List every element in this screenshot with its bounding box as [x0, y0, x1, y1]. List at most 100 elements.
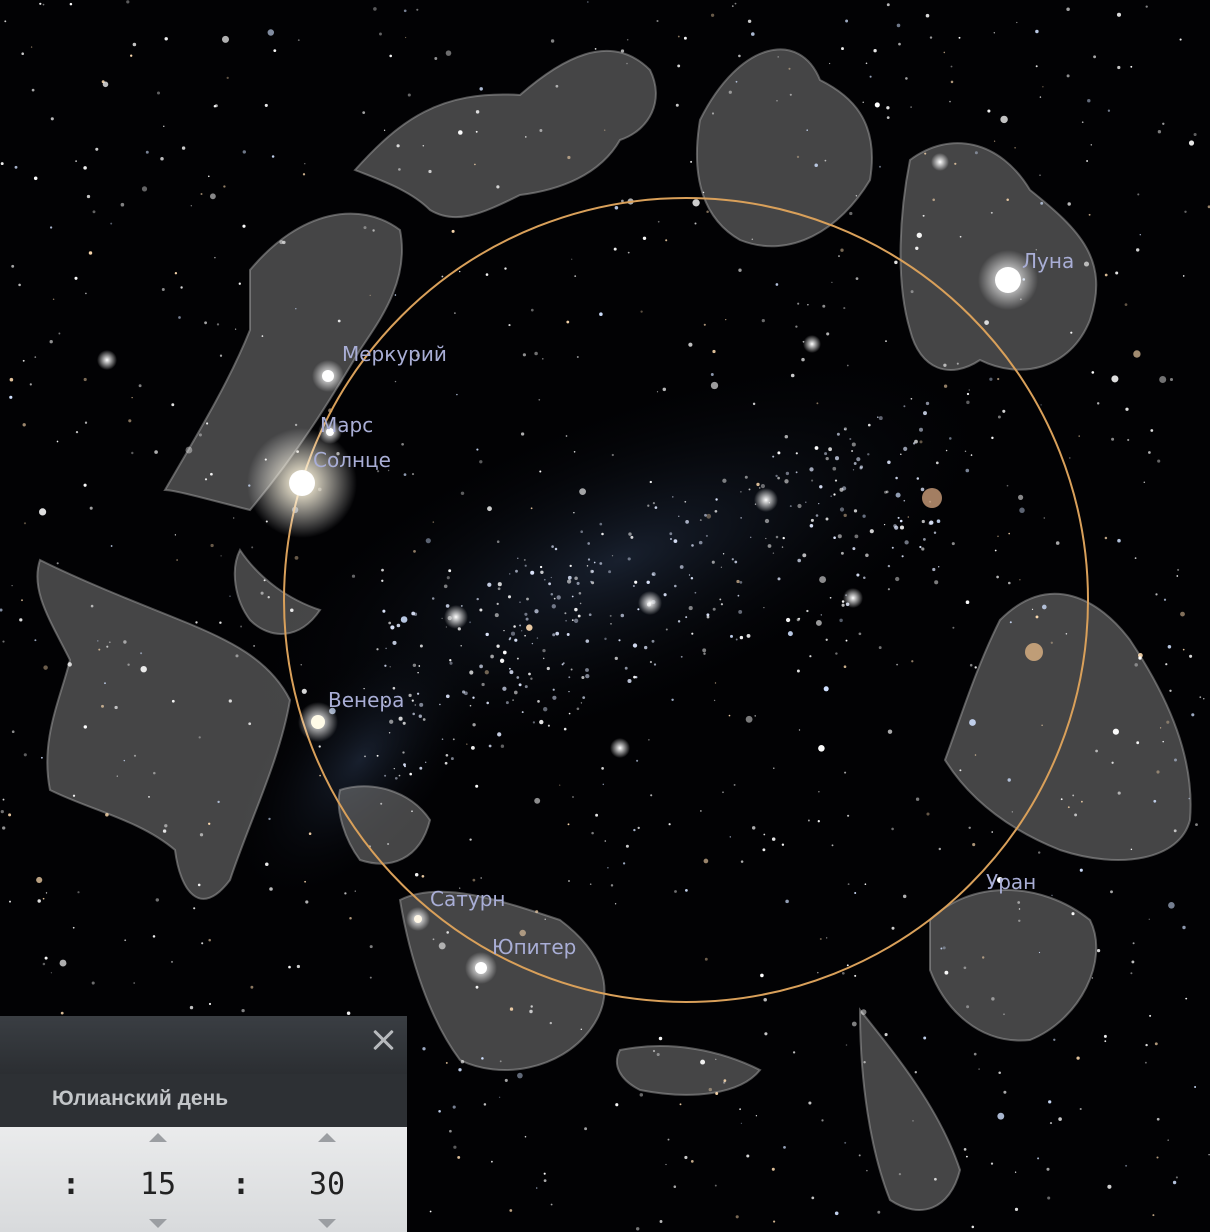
- star: [412, 663, 417, 667]
- star: [2, 640, 5, 643]
- star: [1000, 115, 1008, 124]
- star: [9, 900, 11, 903]
- close-icon[interactable]: [369, 1026, 397, 1054]
- star: [400, 616, 408, 623]
- star: [432, 938, 435, 941]
- star: [376, 648, 379, 651]
- star: [1071, 912, 1075, 916]
- star: [1131, 960, 1135, 964]
- star: [145, 150, 149, 154]
- label-moon[interactable]: Луна: [1022, 249, 1074, 273]
- star: [647, 504, 650, 507]
- star: [114, 705, 118, 710]
- star: [106, 645, 109, 648]
- star: [529, 1009, 533, 1014]
- star: [887, 588, 891, 591]
- star: [396, 623, 401, 628]
- star: [944, 970, 949, 975]
- star: [886, 3, 890, 7]
- star: [828, 447, 832, 452]
- star: [294, 423, 298, 427]
- star: [11, 264, 15, 268]
- star: [131, 397, 133, 399]
- star: [494, 613, 499, 618]
- star: [572, 796, 574, 798]
- star: [466, 743, 468, 745]
- star: [460, 644, 462, 647]
- minutes-up-arrow-icon[interactable]: [149, 1133, 167, 1142]
- star: [354, 890, 356, 892]
- star: [570, 668, 573, 671]
- star: [898, 42, 901, 46]
- star: [685, 616, 688, 619]
- label-mercury[interactable]: Меркурий: [342, 342, 447, 366]
- star: [912, 1120, 914, 1122]
- star: [685, 520, 689, 524]
- minutes-down-arrow-icon[interactable]: [149, 1219, 167, 1228]
- star: [363, 226, 367, 230]
- seconds-down-arrow-icon[interactable]: [318, 1219, 336, 1228]
- star: [703, 323, 706, 326]
- star: [675, 103, 679, 107]
- star: [530, 507, 533, 510]
- star: [496, 602, 499, 606]
- star: [817, 820, 820, 823]
- star: [429, 1210, 432, 1213]
- star: [993, 32, 995, 34]
- label-uranus[interactable]: Уран: [986, 870, 1036, 894]
- label-jupiter[interactable]: Юпитер: [492, 935, 576, 959]
- star: [445, 626, 448, 628]
- minutes-spinbox[interactable]: 15: [128, 1167, 188, 1202]
- star: [414, 704, 417, 706]
- star: [915, 797, 920, 801]
- star: [456, 393, 458, 396]
- star: [838, 255, 840, 258]
- star: [226, 76, 229, 80]
- star: [568, 880, 570, 882]
- star: [678, 515, 680, 517]
- star: [1125, 1164, 1128, 1167]
- star: [573, 512, 575, 514]
- star: [267, 596, 270, 599]
- star: [611, 555, 614, 557]
- seconds-up-arrow-icon[interactable]: [318, 1133, 336, 1142]
- star: [503, 629, 505, 632]
- star: [1179, 38, 1182, 41]
- star: [1168, 902, 1175, 909]
- star: [878, 646, 882, 650]
- star: [723, 1081, 726, 1084]
- star: [1162, 740, 1164, 743]
- star: [722, 791, 724, 794]
- star: [663, 593, 667, 597]
- star: [565, 435, 568, 437]
- star: [809, 524, 814, 528]
- star: [534, 797, 541, 804]
- star: [822, 304, 826, 308]
- star: [591, 831, 594, 835]
- star: [496, 185, 500, 189]
- star: [665, 1163, 667, 1166]
- star: [867, 423, 871, 427]
- star: [865, 62, 868, 65]
- star: [162, 829, 167, 833]
- seconds-spinbox[interactable]: 30: [297, 1167, 357, 1202]
- label-saturn[interactable]: Сатурн: [430, 887, 505, 911]
- star: [614, 206, 619, 210]
- star: [238, 282, 241, 285]
- label-mars[interactable]: Марс: [320, 413, 373, 437]
- star: [422, 718, 426, 721]
- dialog-titlebar[interactable]: [0, 1016, 407, 1074]
- star: [30, 46, 33, 48]
- star: [929, 36, 933, 39]
- star: [42, 3, 45, 6]
- star: [561, 663, 564, 666]
- star: [856, 573, 860, 577]
- label-sun[interactable]: Солнце: [313, 448, 391, 472]
- label-venus[interactable]: Венера: [328, 688, 404, 712]
- star: [1087, 98, 1091, 103]
- star: [1096, 402, 1100, 405]
- star: [480, 877, 483, 879]
- star: [949, 100, 951, 103]
- star: [844, 428, 846, 431]
- star: [362, 111, 366, 114]
